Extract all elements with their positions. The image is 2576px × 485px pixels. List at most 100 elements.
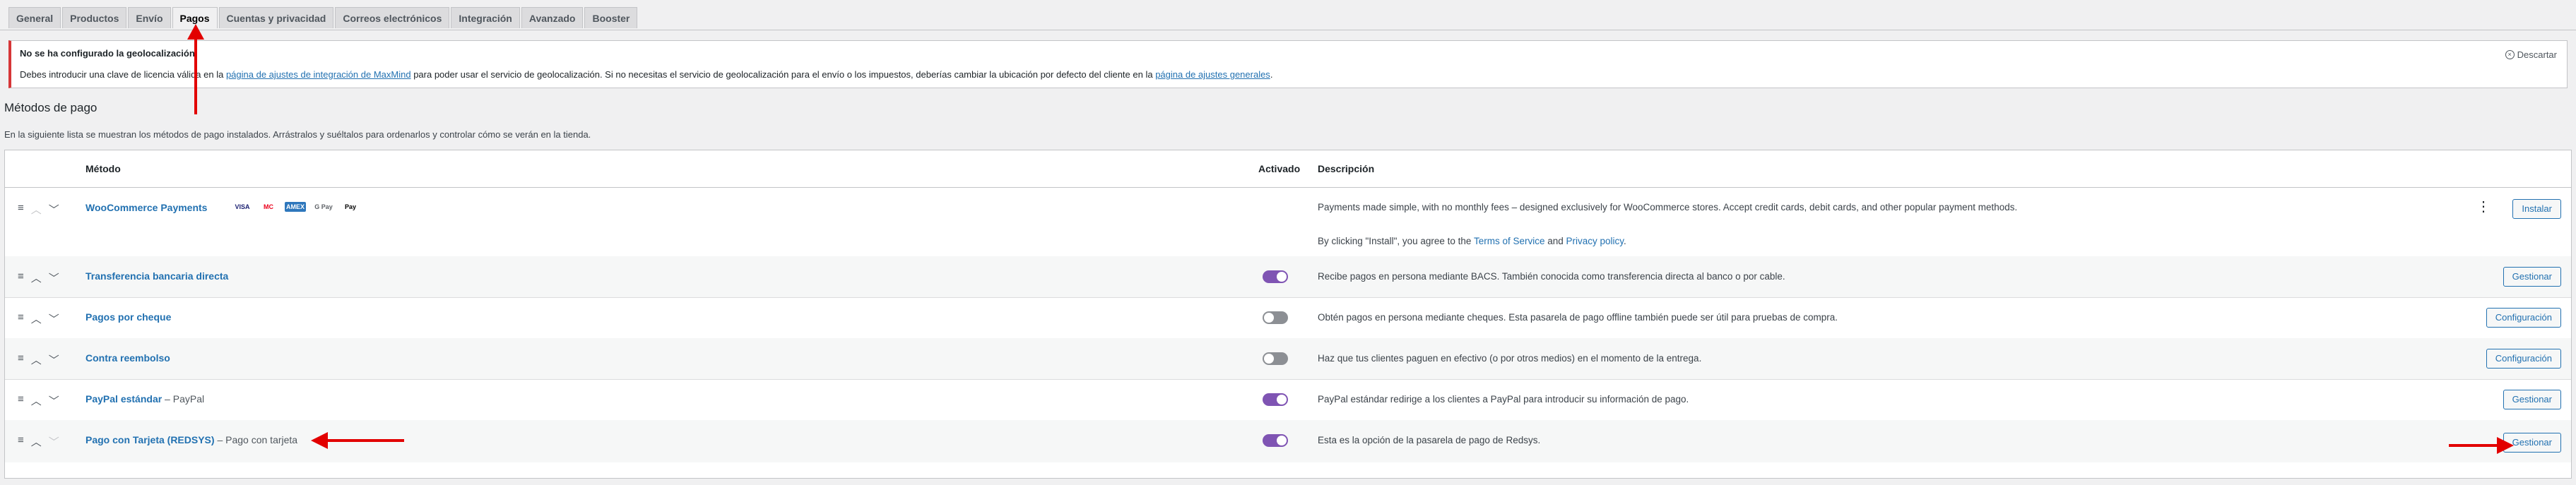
- tab-productos[interactable]: Productos: [62, 7, 127, 28]
- move-up-icon[interactable]: ︿: [31, 393, 42, 408]
- apple-pay-icon: Pay: [344, 203, 356, 210]
- table-row: ≡ ︿ ﹀ PayPal estándar – PayPal PayPal es…: [5, 379, 2571, 421]
- tab-booster[interactable]: Booster: [584, 7, 638, 28]
- table-row: ≡ ︿ ﹀ Transferencia bancaria directa Rec…: [5, 256, 2571, 298]
- drag-handle-icon[interactable]: ≡: [18, 270, 24, 285]
- move-up-icon[interactable]: ︿: [31, 202, 42, 217]
- move-down-icon[interactable]: ﹀: [49, 352, 59, 367]
- table-header: Método Activado Descripción: [5, 150, 2571, 188]
- table-row: ≡ ︿ ﹀ Pagos por cheque Obtén pagos en pe…: [5, 297, 2571, 339]
- general-settings-link[interactable]: página de ajustes generales: [1155, 69, 1270, 80]
- drag-handle-icon[interactable]: ≡: [18, 434, 24, 449]
- payment-methods-table: Método Activado Descripción ≡ ︿ ﹀ WooCom…: [4, 150, 2572, 479]
- method-description: Recibe pagos en persona mediante BACS. T…: [1318, 271, 1785, 282]
- dismiss-icon: ×: [2505, 50, 2515, 59]
- method-subtitle: – PayPal: [162, 393, 205, 405]
- maxmind-settings-link[interactable]: página de ajustes de integración de MaxM…: [226, 69, 411, 80]
- enabled-toggle[interactable]: [1263, 434, 1288, 447]
- settings-tabs: General Productos Envío Pagos Cuentas y …: [8, 7, 638, 30]
- sort-controls: ≡ ︿ ﹀: [18, 270, 59, 285]
- more-options-icon[interactable]: ⋮: [2476, 200, 2491, 214]
- method-description: Obtén pagos en persona mediante cheques.…: [1318, 312, 1838, 323]
- annotation-arrow-right-icon: [2449, 437, 2514, 454]
- header-description: Descripción: [1318, 163, 1375, 174]
- enabled-toggle[interactable]: [1263, 311, 1288, 324]
- terms-text: By clicking "Install", you agree to the …: [1318, 236, 1626, 246]
- drag-handle-icon[interactable]: ≡: [18, 202, 24, 217]
- drag-handle-icon[interactable]: ≡: [18, 352, 24, 367]
- mastercard-icon: MC: [264, 203, 273, 210]
- configure-button[interactable]: Configuración: [2486, 308, 2561, 328]
- enabled-toggle[interactable]: [1263, 270, 1288, 283]
- install-button[interactable]: Instalar: [2512, 199, 2561, 219]
- move-down-icon[interactable]: ﹀: [49, 202, 59, 217]
- notice-text-part: .: [1270, 69, 1273, 80]
- enabled-toggle[interactable]: [1263, 393, 1288, 406]
- dismiss-button[interactable]: × Descartar: [2505, 49, 2557, 60]
- table-row: ≡ ︿ ﹀ WooCommerce Payments VISA MC AMEX …: [5, 188, 2571, 257]
- move-up-icon[interactable]: ︿: [31, 311, 42, 326]
- move-down-icon[interactable]: ﹀: [49, 393, 59, 408]
- move-down-icon[interactable]: ﹀: [49, 311, 59, 326]
- method-subtitle: – Pago con tarjeta: [214, 434, 298, 445]
- terms-prefix: By clicking "Install", you agree to the: [1318, 236, 1474, 246]
- terms-and: and: [1544, 236, 1566, 246]
- move-up-icon[interactable]: ︿: [31, 270, 42, 285]
- tab-avanzado[interactable]: Avanzado: [521, 7, 584, 28]
- section-intro: En la siguiente lista se muestran los mé…: [4, 129, 591, 140]
- drag-handle-icon[interactable]: ≡: [18, 311, 24, 326]
- geolocation-notice: No se ha configurado la geolocalización.…: [8, 40, 2568, 88]
- sort-controls: ≡ ︿ ﹀: [18, 434, 59, 449]
- dismiss-label: Descartar: [2517, 49, 2557, 60]
- notice-text: Debes introducir una clave de licencia v…: [20, 69, 1272, 80]
- card-logos: VISA MC AMEX G Pay Pay: [232, 202, 360, 212]
- annotation-arrow-up-icon: [187, 24, 204, 114]
- tab-integracion[interactable]: Integración: [451, 7, 520, 28]
- method-description: Esta es la opción de la pasarela de pago…: [1318, 435, 1541, 445]
- terms-of-service-link[interactable]: Terms of Service: [1474, 236, 1545, 246]
- method-description: Haz que tus clientes paguen en efectivo …: [1318, 353, 1702, 364]
- drag-handle-icon[interactable]: ≡: [18, 393, 24, 408]
- method-name[interactable]: Contra reembolso: [85, 352, 170, 364]
- move-down-icon[interactable]: ﹀: [49, 434, 59, 449]
- method-description: PayPal estándar redirige a los clientes …: [1318, 394, 1689, 405]
- method-name-label: PayPal estándar: [85, 393, 163, 405]
- sort-controls: ≡ ︿ ﹀: [18, 202, 59, 217]
- method-name[interactable]: PayPal estándar – PayPal: [85, 393, 204, 405]
- method-name-label: Pago con Tarjeta (REDSYS): [85, 434, 215, 445]
- method-name[interactable]: Transferencia bancaria directa: [85, 270, 228, 282]
- section-title: Métodos de pago: [4, 101, 98, 114]
- move-down-icon[interactable]: ﹀: [49, 270, 59, 285]
- annotation-arrow-left-icon: [311, 432, 404, 449]
- notice-text-part: para poder usar el servicio de geolocali…: [410, 69, 1156, 80]
- method-name[interactable]: WooCommerce Payments: [85, 202, 207, 213]
- method-name-label: Transferencia bancaria directa: [85, 270, 229, 282]
- amex-icon: AMEX: [285, 202, 306, 212]
- visa-icon: VISA: [235, 203, 250, 210]
- header-enabled: Activado: [1258, 163, 1301, 174]
- sort-controls: ≡ ︿ ﹀: [18, 311, 59, 326]
- configure-button[interactable]: Configuración: [2486, 349, 2561, 369]
- privacy-policy-link[interactable]: Privacy policy: [1566, 236, 1624, 246]
- terms-dot: .: [1624, 236, 1626, 246]
- google-pay-icon: G Pay: [314, 203, 333, 210]
- move-up-icon[interactable]: ︿: [31, 352, 42, 367]
- method-name-label: Pagos por cheque: [85, 311, 172, 323]
- notice-title: No se ha configurado la geolocalización.: [20, 48, 198, 59]
- method-name[interactable]: Pago con Tarjeta (REDSYS) – Pago con tar…: [85, 434, 297, 445]
- manage-button[interactable]: Gestionar: [2503, 390, 2561, 409]
- method-name[interactable]: Pagos por cheque: [85, 311, 171, 323]
- manage-button[interactable]: Gestionar: [2503, 267, 2561, 287]
- method-description: Payments made simple, with no monthly fe…: [1318, 202, 2018, 212]
- tab-cuentas[interactable]: Cuentas y privacidad: [218, 7, 334, 28]
- tab-correos[interactable]: Correos electrónicos: [335, 7, 450, 28]
- move-up-icon[interactable]: ︿: [31, 434, 42, 449]
- sort-controls: ≡ ︿ ﹀: [18, 352, 59, 367]
- tab-general[interactable]: General: [8, 7, 61, 28]
- header-method: Método: [85, 163, 121, 174]
- enabled-toggle[interactable]: [1263, 352, 1288, 365]
- table-row: ≡ ︿ ﹀ Contra reembolso Haz que tus clien…: [5, 338, 2571, 380]
- sort-controls: ≡ ︿ ﹀: [18, 393, 59, 408]
- method-name-label: Contra reembolso: [85, 352, 170, 364]
- tab-envio[interactable]: Envío: [128, 7, 171, 28]
